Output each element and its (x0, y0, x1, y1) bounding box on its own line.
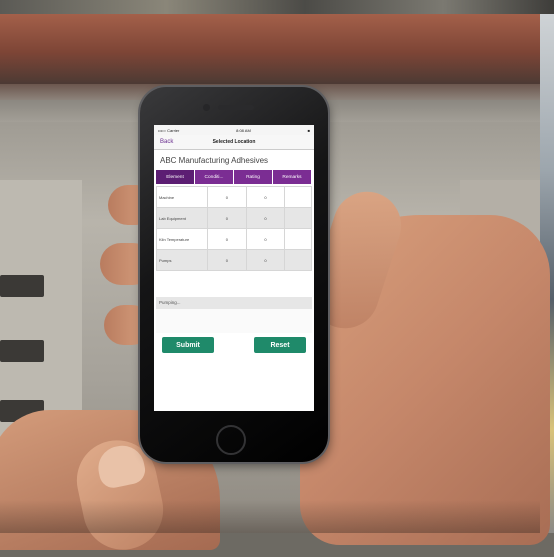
row-label: Pumps (156, 249, 208, 271)
remarks-cell[interactable] (284, 207, 312, 229)
remarks-textarea[interactable] (156, 309, 312, 333)
tab-element[interactable]: Element (156, 170, 195, 184)
tab-rating[interactable]: Rating (234, 170, 273, 184)
app-screen: ••••○ Carrier 8:08 AM ■ Back Selected Lo… (154, 125, 314, 411)
row-label: Kiln Temperature (156, 228, 208, 250)
background-top-strip (0, 0, 554, 14)
home-button-icon[interactable] (216, 425, 246, 455)
condition-cell[interactable]: 0 (207, 207, 247, 229)
smartphone: ••••○ Carrier 8:08 AM ■ Back Selected Lo… (140, 87, 328, 462)
background-shadow (0, 500, 540, 533)
status-time: 8:08 AM (236, 127, 251, 133)
remarks-label: Pumping... (156, 297, 312, 309)
company-name: ABC Manufacturing Adhesives (160, 156, 269, 165)
status-bar: ••••○ Carrier 8:08 AM ■ (154, 125, 314, 135)
vent-slot (0, 275, 44, 297)
tab-remarks[interactable]: Remarks (273, 170, 312, 184)
speaker-grille (218, 105, 254, 110)
tab-bar: Element Conditi... Rating Remarks (156, 170, 312, 184)
row-label: Machine (156, 186, 208, 208)
remarks-cell[interactable] (284, 186, 312, 208)
condition-cell[interactable]: 0 (207, 228, 247, 250)
condition-cell[interactable]: 0 (207, 186, 247, 208)
inspection-table: Machine 0 0 Lab Equipment 0 0 Kiln Tempe… (156, 186, 312, 271)
tab-condition[interactable]: Conditi... (195, 170, 234, 184)
reset-button[interactable]: Reset (254, 337, 306, 353)
rating-cell[interactable]: 0 (245, 249, 286, 271)
navigation-bar: Back Selected Location (154, 135, 314, 150)
rating-cell[interactable]: 0 (245, 207, 286, 229)
table-row[interactable]: Lab Equipment 0 0 (156, 207, 312, 229)
row-label: Lab Equipment (156, 207, 208, 229)
vent-slot (0, 340, 44, 362)
rating-cell[interactable]: 0 (245, 228, 286, 250)
remarks-cell[interactable] (284, 228, 312, 250)
carrier-signal: ••••○ Carrier (158, 127, 180, 133)
camera-icon (203, 104, 210, 111)
rating-cell[interactable]: 0 (245, 186, 286, 208)
table-row[interactable]: Pumps 0 0 (156, 249, 312, 271)
submit-button[interactable]: Submit (162, 337, 214, 353)
back-button[interactable]: Back (160, 139, 173, 145)
background-roof (0, 14, 540, 84)
action-bar: Submit Reset (154, 333, 314, 353)
table-row[interactable]: Kiln Temperature 0 0 (156, 228, 312, 250)
condition-cell[interactable]: 0 (207, 249, 247, 271)
page-title: Selected Location (212, 139, 256, 145)
remarks-cell[interactable] (284, 249, 312, 271)
battery-icon: ■ (307, 127, 310, 133)
table-row[interactable]: Machine 0 0 (156, 186, 312, 208)
